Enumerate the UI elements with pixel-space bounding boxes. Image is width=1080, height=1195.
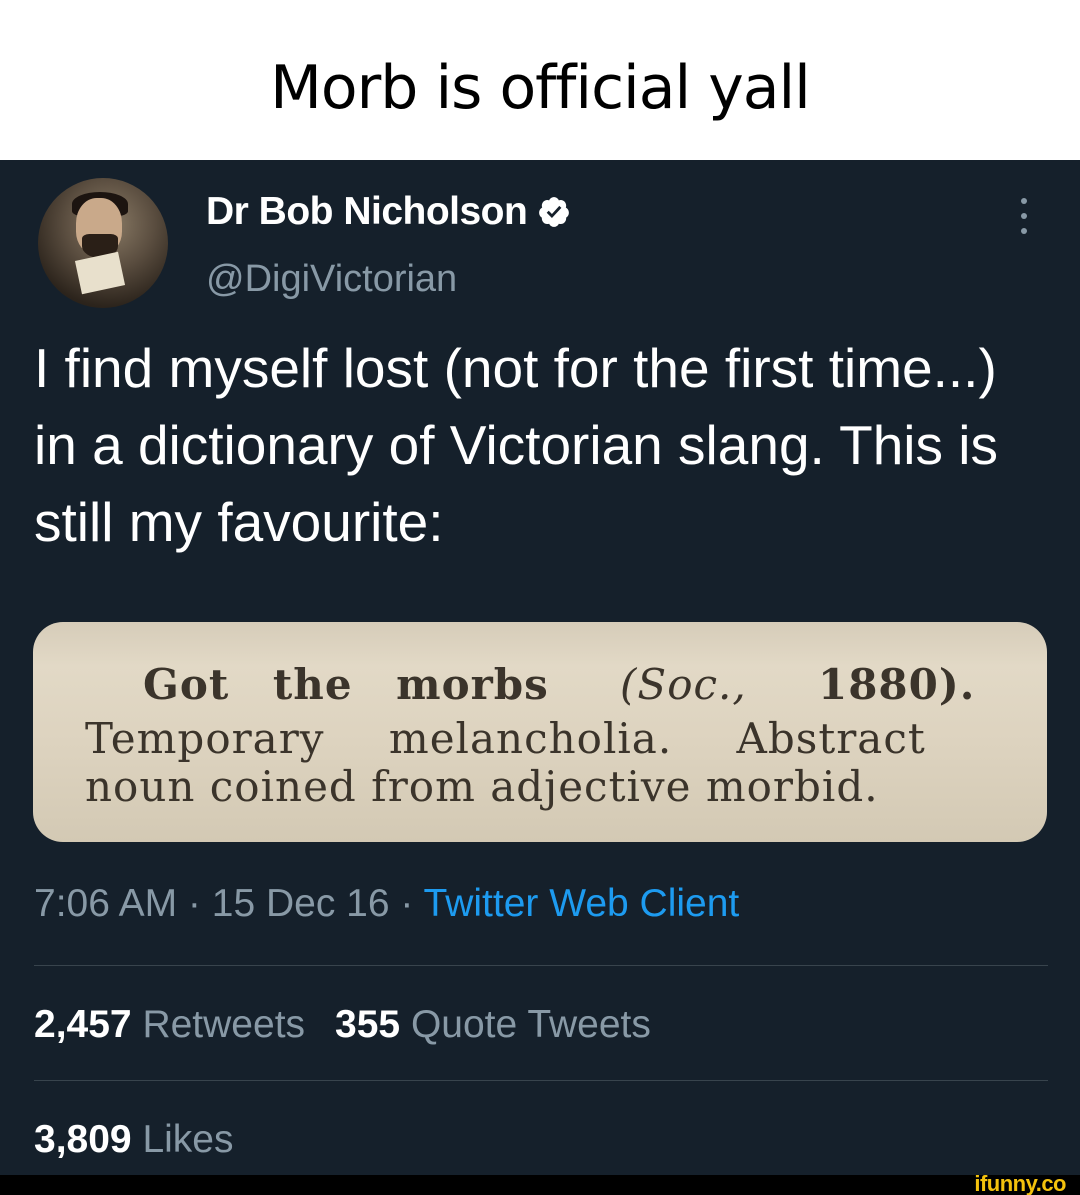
retweets-stat[interactable]: 2,457 Retweets <box>34 1003 305 1046</box>
clipping-term: Got the morbs <box>143 660 549 709</box>
tweet-text: I find myself lost (not for the first ti… <box>34 337 999 553</box>
author-avatar[interactable] <box>38 178 168 308</box>
more-options-icon[interactable] <box>1014 198 1034 234</box>
quotes-count: 355 <box>335 1003 401 1046</box>
meme-caption: Morb is official yall <box>0 0 1080 160</box>
meta-separator: · <box>389 882 424 925</box>
quotes-label: Quote Tweets <box>410 1003 651 1046</box>
tweet-client-link[interactable]: Twitter Web Client <box>424 882 740 925</box>
clipping-line-definition: Temporary melancholia. Abstract <box>85 714 926 763</box>
likes-stat[interactable]: 3,809 Likes <box>34 1118 234 1162</box>
verified-badge-icon <box>539 197 570 227</box>
divider <box>34 965 1048 966</box>
meta-separator: · <box>177 882 212 925</box>
tweet-image[interactable]: Got the morbs (Soc., 1880). Temporary me… <box>33 622 1047 842</box>
author-display-name[interactable]: Dr Bob Nicholson <box>206 190 528 234</box>
clipping-line-etymology: noun coined from adjective morbid. <box>85 762 879 811</box>
retweets-label: Retweets <box>142 1003 306 1046</box>
clipping-line-headword: Got the morbs (Soc., 1880). <box>143 660 975 709</box>
divider <box>34 1080 1048 1081</box>
quotes-stat[interactable]: 355 Quote Tweets <box>335 1003 651 1046</box>
tweet-stats: 2,457 Retweets 355 Quote Tweets <box>34 1003 651 1047</box>
clipping-bleed-bottom <box>133 838 893 842</box>
author-name-row[interactable]: Dr Bob Nicholson <box>206 190 571 234</box>
clipping-paren-open: ( <box>620 660 638 709</box>
avatar-paper <box>74 251 126 295</box>
tweet-meta: 7:06 AM · 15 Dec 16 · Twitter Web Client <box>34 882 739 926</box>
tweet-time[interactable]: 7:06 AM <box>34 882 177 925</box>
clipping-year: 1880). <box>817 660 976 709</box>
likes-count: 3,809 <box>34 1118 132 1161</box>
clipping-source: Soc., <box>637 660 747 709</box>
clipping-bleed-top <box>93 622 953 628</box>
dot <box>1021 198 1027 204</box>
ifunny-watermark: ifunny.co <box>974 1171 1066 1195</box>
likes-label: Likes <box>142 1118 234 1161</box>
author-handle[interactable]: @DigiVictorian <box>206 258 457 301</box>
tweet-date[interactable]: 15 Dec 16 <box>212 882 390 925</box>
caption-text: Morb is official yall <box>270 53 811 123</box>
dot <box>1021 213 1027 219</box>
dot <box>1021 228 1027 234</box>
footer-bar: ifunny.co <box>0 1171 1080 1195</box>
retweets-count: 2,457 <box>34 1003 132 1046</box>
tweet-card: Dr Bob Nicholson @DigiVictorian I find m… <box>0 160 1080 1175</box>
